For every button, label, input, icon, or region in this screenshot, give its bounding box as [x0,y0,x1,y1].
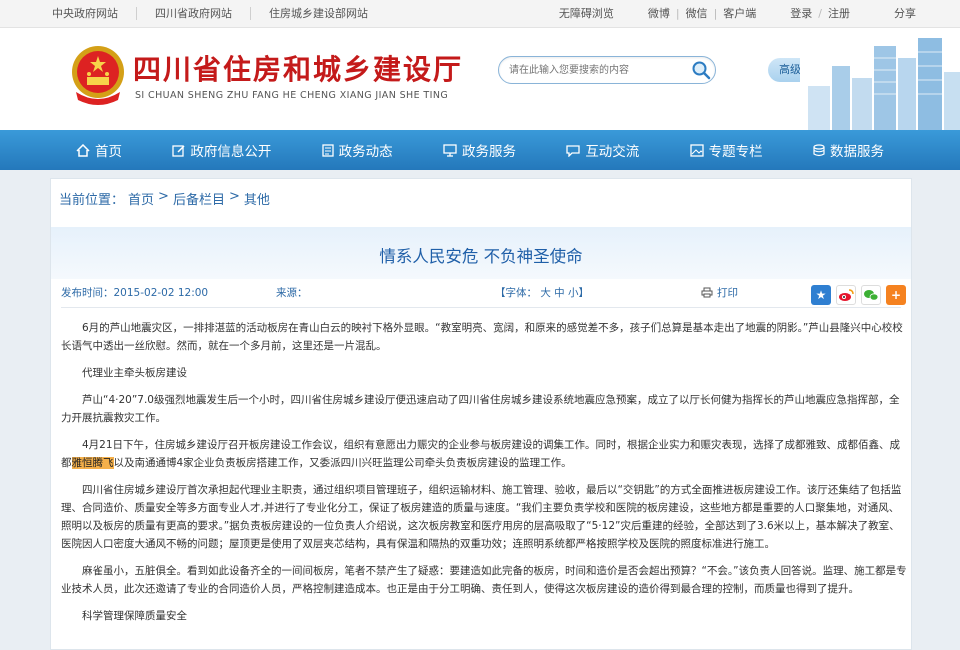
search-icon[interactable] [691,60,711,80]
weibo-share-icon[interactable] [836,285,856,305]
wechat-share-icon[interactable] [861,285,881,305]
breadcrumb-label: 当前位置： [59,193,125,208]
divider [61,307,901,308]
article-source: 来源： [276,287,308,299]
paragraph: 四川省住房城乡建设厅首次承担起代理业主职责，通过组织项目管理班子，组织运输材料、… [61,484,902,550]
document-icon [322,143,334,157]
qzone-share-icon[interactable]: ★ [811,285,831,305]
article-body: 6月的芦山地震灾区，一排排湛蓝的活动板房在青山白云的映衬下格外显眼。“教室明亮、… [61,319,907,634]
main-navigation: 首页 政府信息公开 政务动态 政务服务 互动交流 专题专栏 数据服务 [0,130,960,170]
link-mohurd[interactable]: 住房城乡建设部网站 [251,7,386,20]
national-emblem-icon [72,46,124,105]
nav-label: 政务服务 [461,144,516,160]
login-link[interactable]: 登录 [790,7,812,20]
nav-label: 政务动态 [338,144,393,160]
divider: / [818,7,822,20]
weixin-link[interactable]: 微信 [686,7,708,20]
breadcrumb: 当前位置： 首页 > 后备栏目 > 其他 [59,189,274,208]
accessible-link[interactable]: 无障碍浏览 [559,7,614,20]
print-label: 打印 [717,287,738,299]
nav-gov-info[interactable]: 政府信息公开 [156,130,287,170]
breadcrumb-home[interactable]: 首页 [128,189,154,208]
breadcrumb-reserve[interactable]: 后备栏目 [173,189,225,208]
site-pinyin: SI CHUAN SHENG ZHU FANG HE CHENG XIANG J… [135,90,449,101]
external-links: 中央政府网站 四川省政府网站 住房城乡建设部网站 [52,7,386,20]
client-link[interactable]: 客户端 [723,7,756,20]
nav-data[interactable]: 数据服务 [797,130,900,170]
font-size-selector[interactable]: 【字体： 大 中 小】 [495,285,589,300]
breadcrumb-separator: > [228,189,240,204]
edit-icon [172,144,185,157]
weibo-link[interactable]: 微博 [648,7,670,20]
share-link[interactable]: 分享 [894,7,916,20]
article-title: 情系人民安危 不负神圣使命 [379,247,583,266]
monitor-icon [443,143,457,157]
nav-gov-services[interactable]: 政务服务 [427,130,532,170]
site-title: 四川省住房和城乡建设厅 [133,53,464,86]
chat-icon [566,144,580,157]
paragraph-text: 以及南通通博4家企业负责板房搭建工作，又委派四川兴旺监理公司牵头负责板房建设的监… [113,457,572,469]
nav-label: 政府信息公开 [190,144,272,160]
link-sichuan-gov[interactable]: 四川省政府网站 [137,7,251,20]
image-icon [689,143,704,157]
nav-label: 专题专栏 [708,144,763,160]
article-container: 当前位置： 首页 > 后备栏目 > 其他 情系人民安危 不负神圣使命 发布时间：… [50,178,912,650]
section-heading: 代理业主牵头板房建设 [82,367,187,379]
highlighted-text: 雅恒腾飞 [71,457,114,469]
nav-label: 数据服务 [829,144,884,160]
section-heading: 科学管理保障质量安全 [82,610,187,622]
top-utility-bar: 中央政府网站 四川省政府网站 住房城乡建设部网站 无障碍浏览 微博 | 微信 |… [0,0,960,28]
search-input[interactable] [509,62,684,79]
article-meta: 发布时间：2015-02-02 12:00 来源： 【字体： 大 中 小】 打印 [61,285,901,307]
printer-icon [701,287,713,298]
nav-interaction[interactable]: 互动交流 [550,130,655,170]
print-button[interactable]: 打印 [701,285,738,300]
utility-links: 无障碍浏览 微博 | 微信 | 客户端 登录 / 注册 分享 [559,7,960,20]
share-buttons: ★ + [811,285,911,305]
publish-date: 发布时间：2015-02-02 12:00 [61,287,209,299]
more-share-icon[interactable]: + [886,285,906,305]
search-box [498,56,716,84]
divider: | [713,7,718,20]
database-icon [813,143,825,156]
paragraph: 4月21日下午，住房城乡建设厅召开板房建设工作会议，组织有意愿出力赈灾的企业参与… [61,436,907,472]
link-central-gov[interactable]: 中央政府网站 [52,7,137,20]
site-header: 四川省住房和城乡建设厅 SI CHUAN SHENG ZHU FANG HE C… [0,28,960,130]
nav-label: 互动交流 [585,144,640,160]
breadcrumb-other[interactable]: 其他 [244,189,270,208]
nav-topics[interactable]: 专题专栏 [674,130,779,170]
nav-label: 首页 [95,144,122,160]
nav-gov-news[interactable]: 政务动态 [306,130,409,170]
paragraph: 6月的芦山地震灾区，一排排湛蓝的活动板房在青山白云的映衬下格外显眼。“教室明亮、… [61,322,903,352]
city-skyline-image [800,28,960,130]
register-link[interactable]: 注册 [828,7,850,20]
divider: | [675,7,680,20]
paragraph: 芦山“4·20”7.0级强烈地震发生后一个小时，四川省住房城乡建设厅便迅速启动了… [61,394,900,424]
nav-home[interactable]: 首页 [60,130,138,170]
breadcrumb-separator: > [158,189,169,204]
home-icon [76,143,90,157]
paragraph: 麻雀虽小，五脏俱全。看到如此设备齐全的一间间板房，笔者不禁产生了疑惑：要建造如此… [61,565,907,595]
